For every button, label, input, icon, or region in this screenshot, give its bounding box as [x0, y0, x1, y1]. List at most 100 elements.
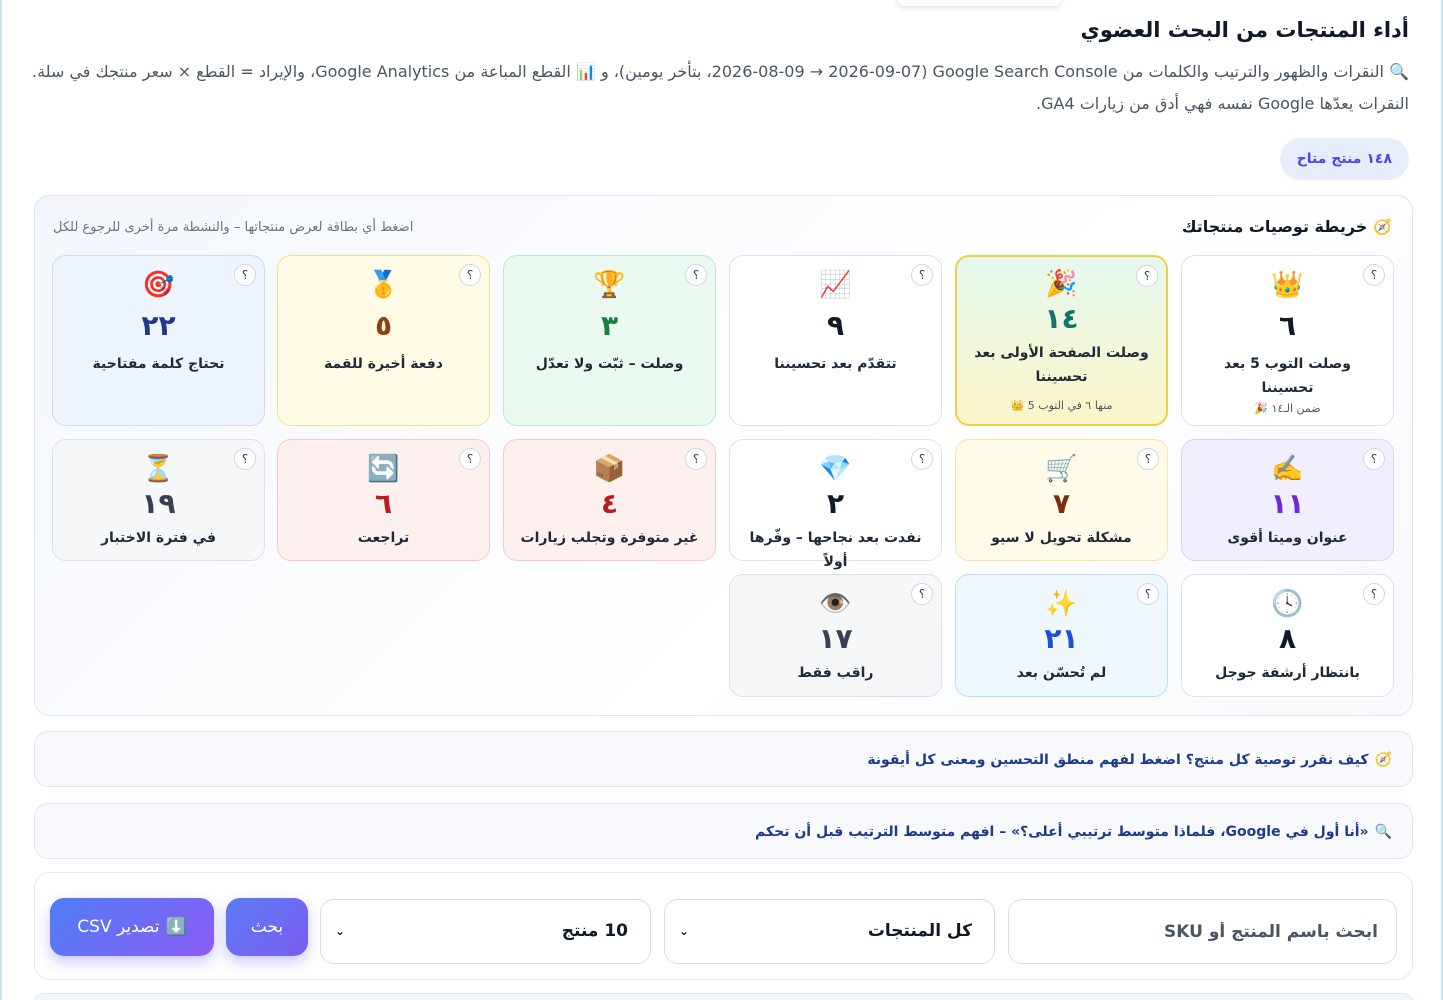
accordion-label: كيف نقرر توصية كل منتج؟ اضغط لفهم منطق ا…: [867, 752, 1369, 768]
card-count: ٩: [826, 309, 845, 342]
card-watch-only[interactable]: ؟ 👁️ ١٧ راقب فقط: [729, 574, 942, 697]
card-sub: ضمن الـ١٤ 🎉: [1254, 402, 1321, 415]
filter-toolbar: كل المنتجات ⌄ 10 منتج ⌄ بحث ⬇️تصدير CSV: [34, 872, 1413, 980]
card-label: دفعة أخيرة للقمة: [324, 356, 443, 372]
card-final-push[interactable]: ؟ 🥇 ٥ دفعة أخيرة للقمة: [277, 255, 490, 426]
card-declined[interactable]: ؟ 🔄 ٦ تراجعت: [277, 439, 490, 561]
clock-icon: 🕓: [1271, 589, 1304, 619]
card-label: غير متوفرة وتجلب زيارات: [520, 530, 699, 546]
chart-up-icon: 📈: [819, 270, 852, 300]
card-label: وصلت الصفحة الأولى بعد تحسيننا: [974, 345, 1149, 385]
compass-icon: 🧭: [1374, 752, 1392, 768]
crown-icon: 👑: [1271, 270, 1304, 300]
export-csv-button[interactable]: ⬇️تصدير CSV: [50, 898, 214, 956]
card-testing-period[interactable]: ؟ ⏳ ١٩ في فترة الاختبار: [52, 439, 265, 561]
accordion-recommendation-logic[interactable]: 🧭 كيف نقرر توصية كل منتج؟ اضغط لفهم منطق …: [34, 731, 1413, 787]
card-label: راقب فقط: [797, 665, 874, 681]
card-count: ٣: [600, 309, 619, 342]
help-icon[interactable]: ؟: [911, 264, 933, 286]
accordion-average-position[interactable]: 🔍 «أنا أول في Google، فلماذا متوسط ترتيبي…: [34, 803, 1413, 859]
card-label: بانتظار أرشفة جوجل: [1215, 665, 1360, 681]
help-icon[interactable]: ؟: [911, 448, 933, 470]
party-popper-icon: 🎉: [1045, 269, 1078, 299]
card-reached-stable[interactable]: ؟ 🏆 ٣ وصلت – ثبّت ولا تعدّل: [503, 255, 716, 426]
card-label: نفدت بعد نجاحها – وفّرها أولاً: [749, 530, 922, 570]
help-icon[interactable]: ؟: [234, 264, 256, 286]
medal-icon: 🥇: [367, 270, 400, 300]
help-icon[interactable]: ؟: [1363, 448, 1385, 470]
card-sub: منها ٦ في التوب 5 👑: [1010, 399, 1113, 412]
card-title-meta[interactable]: ؟ ✍️ ١١ عنوان وميتا أقوى: [1181, 439, 1394, 561]
download-icon: ⬇️: [165, 917, 187, 937]
help-icon[interactable]: ؟: [1363, 583, 1385, 605]
card-not-optimized[interactable]: ؟ ✨ ٢١ لم تُحسّن بعد: [955, 574, 1168, 697]
card-conversion-issue[interactable]: ؟ 🛒 ٧ مشكلة تحويل لا سيو: [955, 439, 1168, 561]
map-hint: اضغط أي بطاقة لعرض منتجاتها – والنشطة مر…: [53, 220, 414, 235]
card-count: ١٧: [818, 622, 853, 655]
card-count: ٢٢: [141, 309, 176, 342]
card-count: ١٤: [1044, 302, 1079, 335]
page: أداء المنتجات من البحث العضوي 🔍 النقرات …: [0, 0, 1443, 1000]
product-search-input[interactable]: [1008, 899, 1397, 964]
card-label: تتقدّم بعد تحسيننا: [774, 356, 897, 372]
select-value: كل المنتجات: [867, 921, 972, 941]
trophy-icon: 🏆: [593, 270, 626, 300]
card-count: ٦: [1278, 309, 1297, 342]
refresh-icon: 🔄: [367, 454, 400, 484]
card-progressing[interactable]: ؟ 📈 ٩ تتقدّم بعد تحسيننا: [729, 255, 942, 426]
accordion-label: «أنا أول في Google، فلماذا متوسط ترتيبي …: [754, 824, 1369, 840]
card-count: ١٩: [141, 487, 176, 520]
card-count: ٢: [826, 487, 845, 520]
card-count: ٥: [374, 309, 393, 342]
gem-icon: 💎: [819, 454, 852, 484]
next-section-edge: [34, 993, 1413, 1000]
card-count: ٨: [1278, 622, 1297, 655]
products-available-chip: ١٤٨ منتج متاح: [1279, 138, 1409, 180]
page-description: 🔍 النقرات والظهور والترتيب والكلمات من G…: [32, 62, 1409, 113]
cart-icon: 🛒: [1045, 454, 1078, 484]
card-label: عنوان وميتا أقوى: [1227, 530, 1348, 546]
card-label: لم تُحسّن بعد: [1016, 665, 1107, 681]
help-icon[interactable]: ؟: [234, 448, 256, 470]
card-top5[interactable]: ؟ 👑 ٦ وصلت التوب 5 بعد تحسيننا ضمن الـ١٤…: [1181, 255, 1394, 426]
select-value: 10 منتج: [561, 921, 628, 941]
search-button[interactable]: بحث: [226, 898, 308, 956]
page-size-select[interactable]: 10 منتج ⌄: [320, 899, 651, 964]
hourglass-icon: ⏳: [142, 454, 175, 484]
card-count: ١١: [1270, 487, 1305, 520]
eye-icon: 👁️: [819, 589, 852, 619]
card-label: تحتاج كلمة مفتاحية: [92, 356, 225, 372]
product-filter-select[interactable]: كل المنتجات ⌄: [664, 899, 995, 964]
help-icon[interactable]: ؟: [685, 264, 707, 286]
help-icon[interactable]: ؟: [459, 448, 481, 470]
help-icon[interactable]: ؟: [1363, 264, 1385, 286]
card-count: ٢١: [1044, 622, 1079, 655]
page-title: أداء المنتجات من البحث العضوي: [1080, 18, 1409, 42]
card-count: ٤: [600, 487, 619, 520]
target-icon: 🎯: [142, 270, 175, 300]
card-label: وصلت – ثبّت ولا تعدّل: [535, 356, 684, 372]
card-count: ٦: [374, 487, 393, 520]
help-icon[interactable]: ؟: [1137, 583, 1159, 605]
card-unavailable-traffic[interactable]: ؟ 📦 ٤ غير متوفرة وتجلب زيارات: [503, 439, 716, 561]
card-needs-keyword[interactable]: ؟ 🎯 ٢٢ تحتاج كلمة مفتاحية: [52, 255, 265, 426]
card-first-page[interactable]: ؟ 🎉 ١٤ وصلت الصفحة الأولى بعد تحسيننا من…: [955, 255, 1168, 426]
help-icon[interactable]: ؟: [911, 583, 933, 605]
chevron-down-icon: ⌄: [335, 924, 346, 938]
help-icon[interactable]: ؟: [1137, 448, 1159, 470]
help-icon[interactable]: ؟: [459, 264, 481, 286]
writing-hand-icon: ✍️: [1271, 454, 1304, 484]
help-icon[interactable]: ؟: [685, 448, 707, 470]
sparkles-icon: ✨: [1045, 589, 1078, 619]
map-title: 🧭 خريطة توصيات منتجاتك: [1182, 217, 1392, 236]
top-tab-remnant[interactable]: [897, 0, 1062, 6]
card-sold-out-success[interactable]: ؟ 💎 ٢ نفدت بعد نجاحها – وفّرها أولاً: [729, 439, 942, 570]
map-title-text: خريطة توصيات منتجاتك: [1181, 217, 1368, 236]
card-count: ٧: [1052, 487, 1071, 520]
package-icon: 📦: [593, 454, 626, 484]
help-icon[interactable]: ؟: [1136, 265, 1158, 287]
chevron-down-icon: ⌄: [679, 924, 690, 938]
card-label: في فترة الاختبار: [101, 530, 216, 546]
card-awaiting-index[interactable]: ؟ 🕓 ٨ بانتظار أرشفة جوجل: [1181, 574, 1394, 697]
export-label: تصدير CSV: [77, 917, 160, 937]
